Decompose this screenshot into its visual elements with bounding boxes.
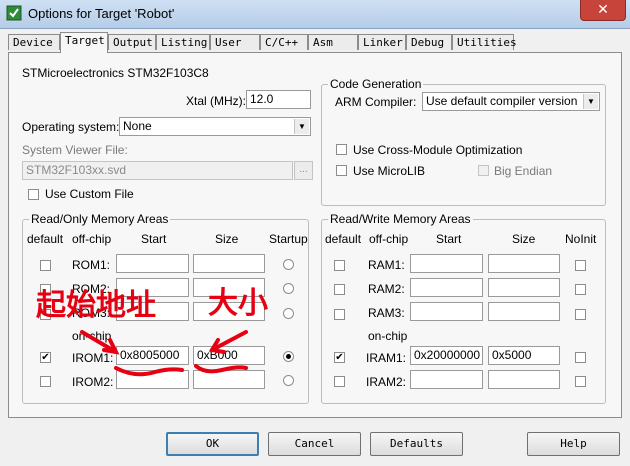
rw-memory-title: Read/Write Memory Areas: [328, 212, 473, 226]
ram1-default-checkbox[interactable]: [334, 260, 345, 271]
cross-module-label: Use Cross-Module Optimization: [353, 143, 523, 157]
iram1-size-input[interactable]: 0x5000: [488, 346, 560, 365]
microlib-checkbox[interactable]: [336, 165, 347, 176]
rw-header-offchip: off-chip: [369, 232, 409, 246]
system-viewer-browse-button[interactable]: ...: [294, 161, 313, 180]
ram3-label: RAM3:: [368, 306, 405, 320]
tab-linker[interactable]: Linker: [358, 34, 406, 50]
xtal-input[interactable]: 12.0: [246, 90, 311, 109]
irom2-label: IROM2:: [72, 375, 114, 389]
rw-header-size: Size: [512, 232, 536, 246]
ram1-noinit-checkbox[interactable]: [575, 260, 586, 271]
tab-device[interactable]: Device: [8, 34, 60, 50]
start-address-annotation: 起始地址: [36, 288, 156, 323]
ram3-start-input[interactable]: [410, 302, 483, 321]
ram1-size-input[interactable]: [488, 254, 560, 273]
chevron-down-icon[interactable]: ▼: [294, 119, 309, 134]
rw-header-start: Start: [436, 232, 462, 246]
big-endian-label: Big Endian: [494, 164, 553, 178]
ram2-noinit-checkbox[interactable]: [575, 284, 586, 295]
rom1-label: ROM1:: [72, 258, 111, 272]
irom2-start-input[interactable]: [116, 370, 189, 389]
irom1-label: IROM1:: [72, 351, 114, 365]
xtal-label: Xtal (MHz):: [186, 94, 246, 108]
iram1-noinit-checkbox[interactable]: [575, 352, 586, 363]
code-generation-title: Code Generation: [328, 77, 424, 91]
window-title: Options for Target 'Robot': [28, 6, 175, 21]
operating-system-value: None: [123, 119, 152, 133]
ro-memory-title: Read/Only Memory Areas: [29, 212, 171, 226]
rom3-startup-radio[interactable]: [283, 308, 294, 319]
arm-compiler-select[interactable]: Use default compiler version ▼: [422, 92, 600, 111]
keil-app-icon: [6, 5, 22, 21]
rom2-startup-radio[interactable]: [283, 283, 294, 294]
rw-header-default: default: [325, 232, 362, 246]
ro-onchip-label: on-chip: [72, 329, 112, 343]
defaults-button[interactable]: Defaults: [370, 432, 463, 456]
device-name: STMicroelectronics STM32F103C8: [22, 66, 209, 80]
help-button[interactable]: Help: [527, 432, 620, 456]
tab-bar: Device Target Output Listing User C/C++ …: [8, 32, 622, 53]
ro-header-start: Start: [141, 232, 167, 246]
use-custom-file-label: Use Custom File: [45, 187, 134, 201]
ro-header-default: default: [27, 232, 64, 246]
tab-listing[interactable]: Listing: [156, 34, 210, 50]
size-annotation: 大小: [208, 286, 268, 321]
irom2-default-checkbox[interactable]: [40, 376, 51, 387]
operating-system-label: Operating system:: [22, 120, 120, 134]
irom1-startup-radio[interactable]: [283, 351, 294, 362]
ram3-noinit-checkbox[interactable]: [575, 309, 586, 320]
rom1-startup-radio[interactable]: [283, 259, 294, 270]
cancel-button[interactable]: Cancel: [268, 432, 361, 456]
ram2-label: RAM2:: [368, 282, 405, 296]
use-custom-file-checkbox[interactable]: [28, 189, 39, 200]
iram2-default-checkbox[interactable]: [334, 376, 345, 387]
big-endian-checkbox[interactable]: [478, 165, 489, 176]
iram1-start-input[interactable]: 0x20000000: [410, 346, 483, 365]
iram2-size-input[interactable]: [488, 370, 560, 389]
tab-debug[interactable]: Debug: [406, 34, 452, 50]
rom1-start-input[interactable]: [116, 254, 189, 273]
ram3-default-checkbox[interactable]: [334, 309, 345, 320]
ram1-start-input[interactable]: [410, 254, 483, 273]
iram1-default-checkbox[interactable]: ✔: [334, 352, 345, 363]
irom2-startup-radio[interactable]: [283, 375, 294, 386]
iram2-noinit-checkbox[interactable]: [575, 376, 586, 387]
ram2-start-input[interactable]: [410, 278, 483, 297]
rom1-size-input[interactable]: [193, 254, 265, 273]
ram2-default-checkbox[interactable]: [334, 284, 345, 295]
rom1-default-checkbox[interactable]: [40, 260, 51, 271]
operating-system-select[interactable]: None ▼: [119, 117, 311, 136]
ram1-label: RAM1:: [368, 258, 405, 272]
arm-compiler-value: Use default compiler version: [426, 94, 578, 108]
arm-compiler-label: ARM Compiler:: [335, 95, 417, 109]
chevron-down-icon[interactable]: ▼: [583, 94, 598, 109]
ro-header-size: Size: [215, 232, 239, 246]
tab-output[interactable]: Output: [108, 34, 156, 50]
rw-header-noinit: NoInit: [565, 232, 597, 246]
system-viewer-input[interactable]: STM32F103xx.svd: [22, 161, 293, 180]
tab-utilities[interactable]: Utilities: [452, 34, 517, 50]
iram1-label: IRAM1:: [366, 351, 407, 365]
rw-onchip-label: on-chip: [368, 329, 408, 343]
iram2-start-input[interactable]: [410, 370, 483, 389]
ram2-size-input[interactable]: [488, 278, 560, 297]
tab-asm[interactable]: Asm: [308, 34, 358, 50]
irom1-start-input[interactable]: 0x8005000: [116, 346, 189, 365]
iram2-label: IRAM2:: [366, 375, 407, 389]
irom1-default-checkbox[interactable]: ✔: [40, 352, 51, 363]
ok-button[interactable]: OK: [166, 432, 259, 456]
tab-user[interactable]: User: [210, 34, 260, 50]
ro-header-startup: Startup: [269, 232, 308, 246]
tab-c-cpp[interactable]: C/C++: [260, 34, 308, 50]
ram3-size-input[interactable]: [488, 302, 560, 321]
ro-header-offchip: off-chip: [72, 232, 112, 246]
tab-target[interactable]: Target: [60, 32, 108, 53]
irom1-size-input[interactable]: 0xB000: [193, 346, 265, 365]
system-viewer-label: System Viewer File:: [22, 143, 128, 157]
cross-module-checkbox[interactable]: [336, 144, 347, 155]
close-button[interactable]: ✕: [580, 0, 626, 21]
microlib-label: Use MicroLIB: [353, 164, 426, 178]
irom2-size-input[interactable]: [193, 370, 265, 389]
